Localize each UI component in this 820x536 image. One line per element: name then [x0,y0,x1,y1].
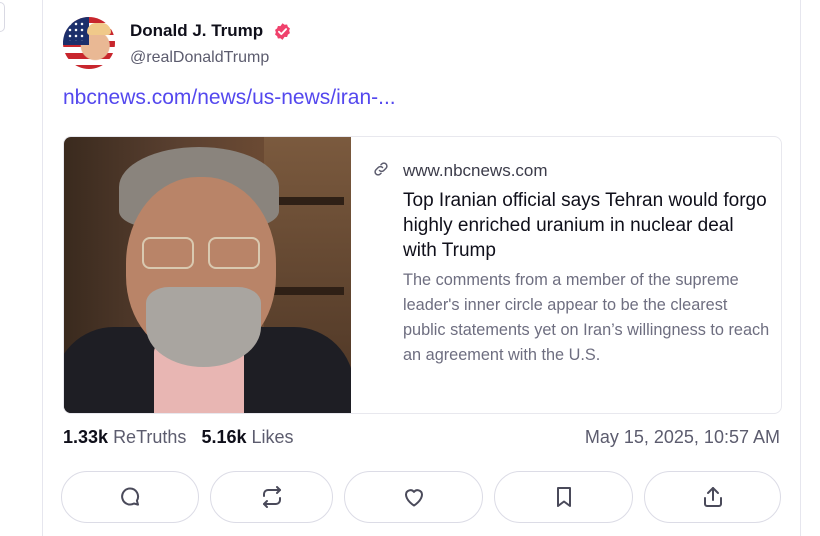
like-button[interactable] [344,471,483,523]
card-domain: www.nbcnews.com [403,161,548,180]
retruths-stat[interactable]: 1.33k ReTruths [63,427,186,447]
heart-icon [404,489,423,507]
link-preview-card[interactable]: www.nbcnews.com Top Iranian official say… [63,136,782,414]
likes-label: Likes [251,427,294,447]
post-timestamp[interactable]: May 15, 2025, 10:57 AM [585,427,780,448]
author-handle[interactable]: @realDonaldTrump [130,49,269,67]
share-button[interactable] [644,471,781,523]
likes-count: 5.16k [201,427,247,447]
author-avatar[interactable] [63,17,115,69]
right-divider [800,0,801,536]
card-title: Top Iranian official says Tehran would f… [403,190,767,261]
share-icon [703,487,722,507]
repost-icon [262,486,281,508]
likes-stat[interactable]: 5.16k Likes [201,427,293,447]
bookmark-button[interactable] [494,471,633,523]
link-icon [374,162,388,176]
verified-badge-icon [275,23,290,40]
left-divider [42,0,43,536]
card-body: www.nbcnews.com Top Iranian official say… [351,137,781,413]
left-panel-edge [0,2,5,32]
retruth-button[interactable] [210,471,333,523]
retruths-count: 1.33k [63,427,109,447]
card-description: The comments from a member of the suprem… [403,271,770,364]
post-link[interactable]: nbcnews.com/news/us-news/iran-... [63,86,396,110]
article-thumbnail [64,137,351,413]
reply-button[interactable] [61,471,199,523]
bookmark-icon [556,487,571,507]
author-name[interactable]: Donald J. Trump [130,21,263,41]
comment-icon [121,487,140,506]
action-bar [61,471,781,525]
retruths-label: ReTruths [113,427,187,447]
engagement-stats: 1.33k ReTruths 5.16k Likes [63,427,294,448]
